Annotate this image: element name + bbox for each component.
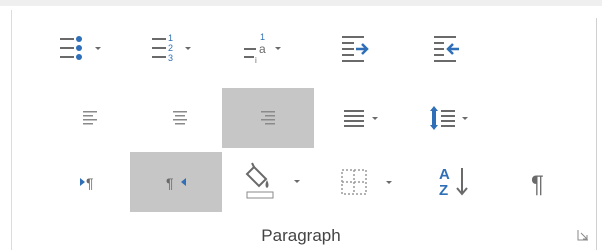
line-spacing-icon bbox=[430, 106, 468, 130]
bullets-button[interactable] bbox=[52, 18, 128, 78]
align-right-icon bbox=[261, 111, 275, 125]
bullets-icon bbox=[60, 36, 101, 60]
justify-icon bbox=[344, 110, 378, 127]
shading-bucket-icon bbox=[245, 162, 300, 199]
borders-button[interactable] bbox=[334, 152, 408, 212]
rtl-pilcrow: ¶ bbox=[166, 175, 174, 191]
sort-glyph-z: Z bbox=[439, 182, 448, 199]
left-to-right-button[interactable]: ¶ bbox=[52, 152, 128, 212]
increase-indent-button[interactable] bbox=[418, 18, 478, 78]
paragraph-settings-launcher[interactable] bbox=[576, 228, 590, 242]
justify-button[interactable] bbox=[334, 88, 402, 148]
multilevel-glyph-i: i bbox=[255, 56, 257, 65]
ltr-pilcrow: ¶ bbox=[86, 175, 94, 191]
group-label: Paragraph bbox=[261, 226, 341, 245]
sort-az-icon: A Z bbox=[439, 166, 468, 199]
sort-glyph-a: A bbox=[439, 166, 450, 183]
ribbon-top-edge bbox=[0, 0, 602, 6]
shading-button[interactable] bbox=[236, 152, 320, 212]
sort-button[interactable]: A Z bbox=[424, 152, 488, 212]
group-separator-left bbox=[11, 10, 12, 250]
group-separator-right bbox=[596, 18, 597, 250]
align-right-button[interactable] bbox=[222, 88, 314, 148]
borders-icon bbox=[341, 169, 392, 195]
show-hide-pilcrow: ¶ bbox=[531, 171, 544, 198]
align-left-button[interactable] bbox=[52, 88, 128, 148]
multilevel-list-icon: 1 a i bbox=[244, 32, 281, 65]
numbering-icon: 1 2 3 bbox=[152, 33, 191, 63]
center-button[interactable] bbox=[140, 88, 220, 148]
increase-indent-icon bbox=[434, 36, 459, 62]
numbering-glyph-3: 3 bbox=[168, 53, 173, 63]
numbering-button[interactable]: 1 2 3 bbox=[140, 18, 220, 78]
multilevel-glyph-a: a bbox=[259, 42, 266, 56]
multilevel-glyph-1: 1 bbox=[260, 32, 265, 42]
align-center-icon bbox=[173, 111, 187, 125]
numbering-glyph-1: 1 bbox=[168, 33, 173, 43]
line-spacing-button[interactable] bbox=[420, 88, 496, 148]
right-to-left-button[interactable]: ¶ bbox=[130, 152, 222, 212]
left-to-right-icon: ¶ bbox=[80, 175, 94, 191]
align-left-icon bbox=[83, 111, 97, 125]
decrease-indent-icon bbox=[342, 36, 369, 62]
pilcrow-icon: ¶ bbox=[531, 171, 544, 198]
numbering-glyph-2: 2 bbox=[168, 43, 173, 53]
multilevel-list-button[interactable]: 1 a i bbox=[232, 18, 312, 78]
decrease-indent-button[interactable] bbox=[326, 18, 386, 78]
dialog-launcher-icon bbox=[577, 230, 588, 241]
right-to-left-icon: ¶ bbox=[166, 175, 186, 191]
show-hide-marks-button[interactable]: ¶ bbox=[510, 152, 572, 212]
